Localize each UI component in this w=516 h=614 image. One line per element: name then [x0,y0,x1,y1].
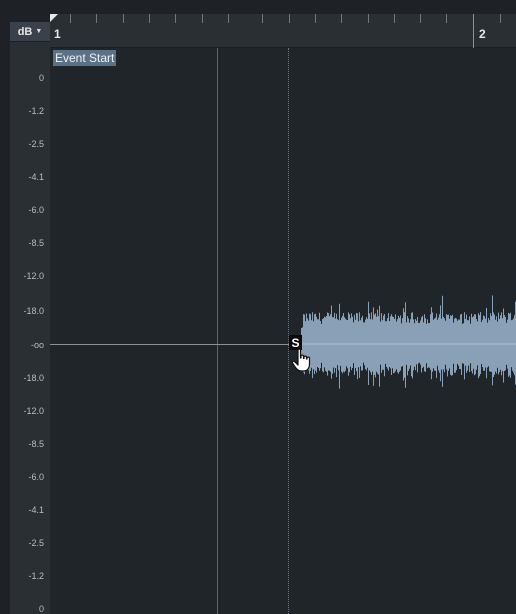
ruler-tick [289,14,290,23]
db-tick-label: -8.5 [28,439,44,449]
db-tick-label: -12.0 [23,406,44,416]
project-cursor-line[interactable] [217,48,218,614]
ruler-tick [149,14,150,23]
start-flag-icon[interactable] [50,14,58,22]
ruler-bar-line [473,14,474,48]
ruler-tick [446,14,447,23]
ruler-tick [70,14,71,23]
hand-pointer-icon [291,348,311,372]
db-tick-label: -1.2 [28,571,44,581]
time-ruler[interactable]: 1 2 [50,14,516,48]
ruler-tick [202,14,203,23]
db-tick-label: -1.2 [28,106,44,116]
db-tick-label: -18.0 [23,306,44,316]
ruler-tick [420,14,421,23]
ruler-tick [394,14,395,23]
ruler-tick [341,14,342,23]
bar-number-1: 1 [54,27,61,41]
ruler-tick [315,14,316,23]
caret-down-icon: ▼ [35,28,43,35]
ruler-tick [368,14,369,23]
db-tick-label: -2.5 [28,139,44,149]
audio-waveform[interactable] [300,280,516,408]
db-tick-label: -4.1 [28,505,44,515]
db-tick-label: -8.5 [28,238,44,248]
db-tick-label: -6.0 [28,205,44,215]
db-tick-label: -12.0 [23,271,44,281]
ruler-tick [96,14,97,23]
db-tick-label: -6.0 [28,472,44,482]
silence-zero-line [50,344,290,345]
ruler-tick [175,14,176,23]
ruler-unit-label: dB [17,25,33,38]
ruler-tick [262,14,263,23]
db-tick-label: 0 [38,604,44,614]
event-start-line [288,48,289,614]
db-tick-label: -2.5 [28,538,44,548]
bar-number-2: 2 [479,27,486,41]
db-tick-label: 0 [38,73,44,83]
db-tick-label: -oo [30,340,44,350]
ruler-tick [228,14,229,23]
ruler-tick [500,14,501,23]
ruler-tick [123,14,124,23]
db-tick-label: -18.0 [23,373,44,383]
db-tick-label: -4.1 [28,172,44,182]
event-start-label: Event Start [53,50,117,66]
sample-editor: 1 2 dB ▼ 0 -1.2 -2.5 -4.1 -6.0 -8.5 -12.… [0,0,516,614]
ruler-unit-dropdown[interactable]: dB ▼ [10,22,50,42]
